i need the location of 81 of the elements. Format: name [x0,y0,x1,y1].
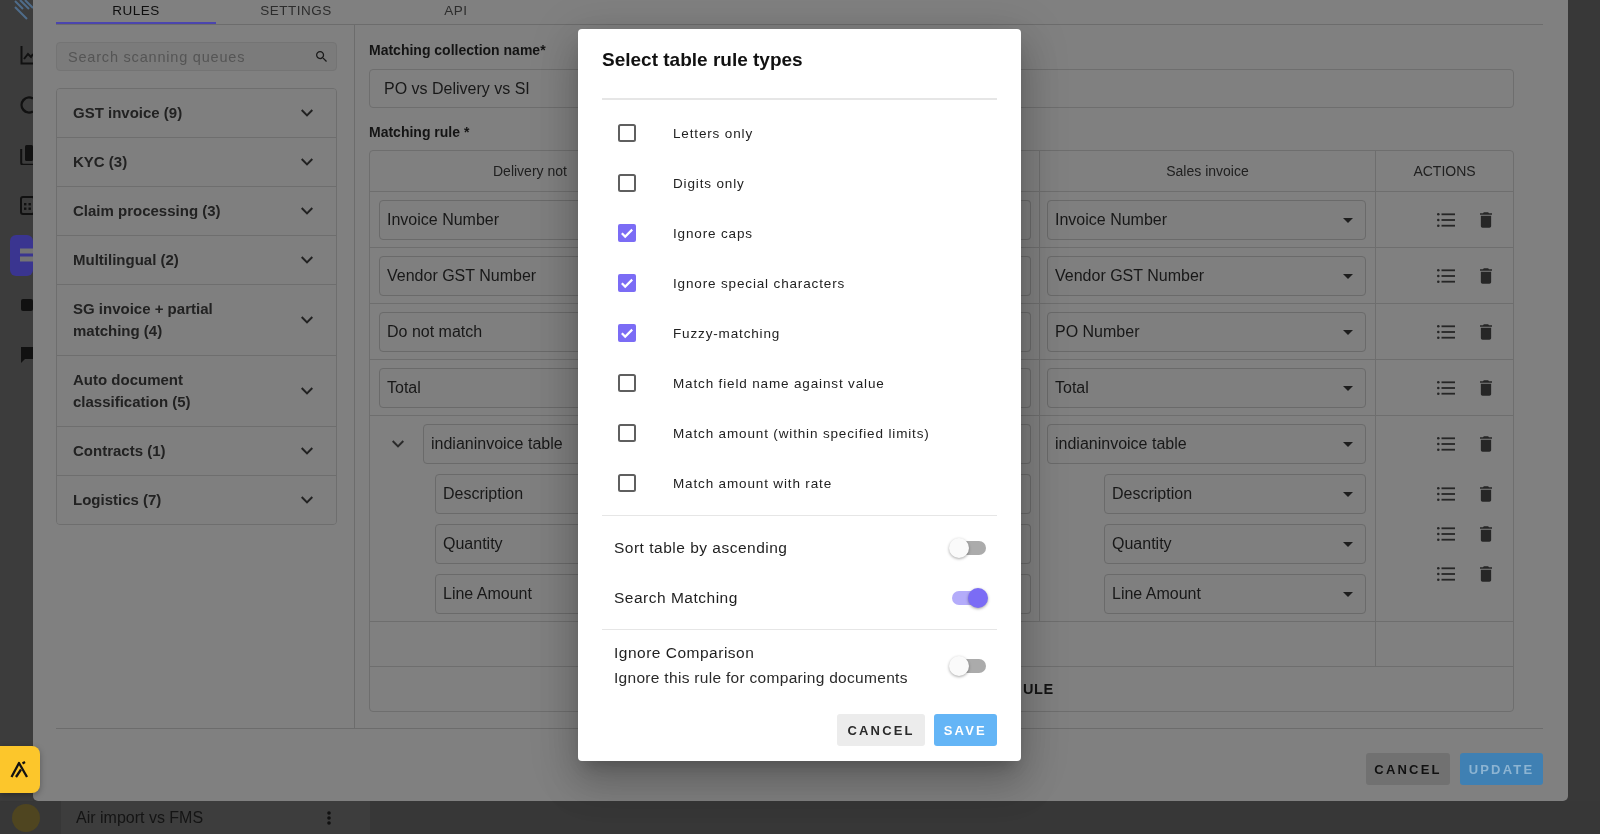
caret-icon [1343,491,1353,497]
option-label: Digits only [673,175,745,191]
caret-icon [1343,385,1353,391]
checkbox[interactable] [618,324,636,342]
caret-icon [1343,329,1353,335]
chevron-icon [301,387,313,395]
trash-icon[interactable] [1480,436,1492,452]
chevron-icon [301,496,313,504]
list-icon[interactable] [10,234,33,276]
dropdown-field[interactable] [1021,424,1031,464]
dropdown-field[interactable] [1021,524,1031,564]
cancel-button[interactable]: CANCEL [1366,753,1450,785]
trash-icon[interactable] [1480,212,1492,228]
list-icon[interactable] [1437,325,1455,339]
list-icon[interactable] [1437,437,1455,451]
dropdown-field[interactable]: Description [1104,474,1366,514]
chevron-icon [301,447,313,455]
option-label: Letters only [673,125,753,141]
dropdown-field[interactable] [1021,200,1031,240]
dropdown-field[interactable] [1021,574,1031,614]
checkbox[interactable] [618,174,636,192]
caret-icon [1343,591,1353,597]
trash-icon[interactable] [1480,268,1492,284]
list-icon[interactable] [1437,527,1455,541]
checkbox[interactable] [618,274,636,292]
dropdown-field[interactable] [1021,312,1031,352]
checkbox[interactable] [618,424,636,442]
trash-icon[interactable] [1480,526,1492,542]
toggle-description: Ignore this rule for comparing documents [614,668,908,688]
dropdown-field[interactable] [1021,256,1031,296]
chevron-icon [301,316,313,324]
list-icon[interactable] [1437,213,1455,227]
dropdown-field[interactable] [1021,474,1031,514]
dropdown-field[interactable]: Total [1047,368,1366,408]
dropdown-field[interactable]: Vendor GST Number [1047,256,1366,296]
list-icon[interactable] [1437,269,1455,283]
add-rule-button[interactable]: ULE [1023,681,1054,697]
trash-icon[interactable] [1480,486,1492,502]
modal-title: Select table rule types [602,48,803,72]
dropdown-field[interactable]: indianinvoice table [1047,424,1366,464]
caret-icon [1343,217,1353,223]
trash-icon[interactable] [1480,380,1492,396]
caret-icon [1343,541,1353,547]
caret-icon [1343,441,1353,447]
dropdown-field[interactable]: Line Amount [1104,574,1366,614]
checkbox[interactable] [618,374,636,392]
tab[interactable]: RULES [56,0,216,24]
checkbox[interactable] [618,224,636,242]
toggle-switch[interactable] [948,655,988,676]
field-label: Matching rule * [369,125,470,140]
trash-icon[interactable] [1480,566,1492,582]
widget-button[interactable] [0,746,40,793]
tab[interactable]: API [376,0,536,24]
chevron-icon[interactable] [392,440,404,448]
dropdown-field[interactable]: Invoice Number [1047,200,1366,240]
dropdown-field[interactable] [1021,368,1031,408]
cancel-button[interactable]: CANCEL [837,714,925,746]
tab[interactable]: SETTINGS [216,0,376,24]
chevron-icon [301,207,313,215]
list-icon[interactable] [1437,567,1455,581]
toggle-switch[interactable] [948,538,988,558]
trash-icon[interactable] [1480,324,1492,340]
caret-icon [1343,273,1353,279]
search-icon[interactable] [316,51,327,62]
logo-icon[interactable] [14,0,33,20]
chevron-icon [301,109,313,117]
checkbox[interactable] [618,474,636,492]
column-header: Sales invoice [1166,163,1249,179]
toggle-label: Ignore Comparison [614,643,755,663]
queue-item[interactable]: GST invoice (9) [57,89,336,138]
chevron-icon [301,158,313,166]
dropdown-field[interactable]: PO Number [1047,312,1366,352]
dropdown-field[interactable]: Quantity [1104,524,1366,564]
column-header: ACTIONS [1413,163,1476,179]
logo-icon [10,761,30,778]
field-label: Matching collection name* [369,43,546,58]
checkbox[interactable] [618,124,636,142]
list-icon[interactable] [1437,381,1455,395]
column-header: Delivery not [493,163,567,179]
chevron-icon [301,256,313,264]
list-icon[interactable] [1437,487,1455,501]
